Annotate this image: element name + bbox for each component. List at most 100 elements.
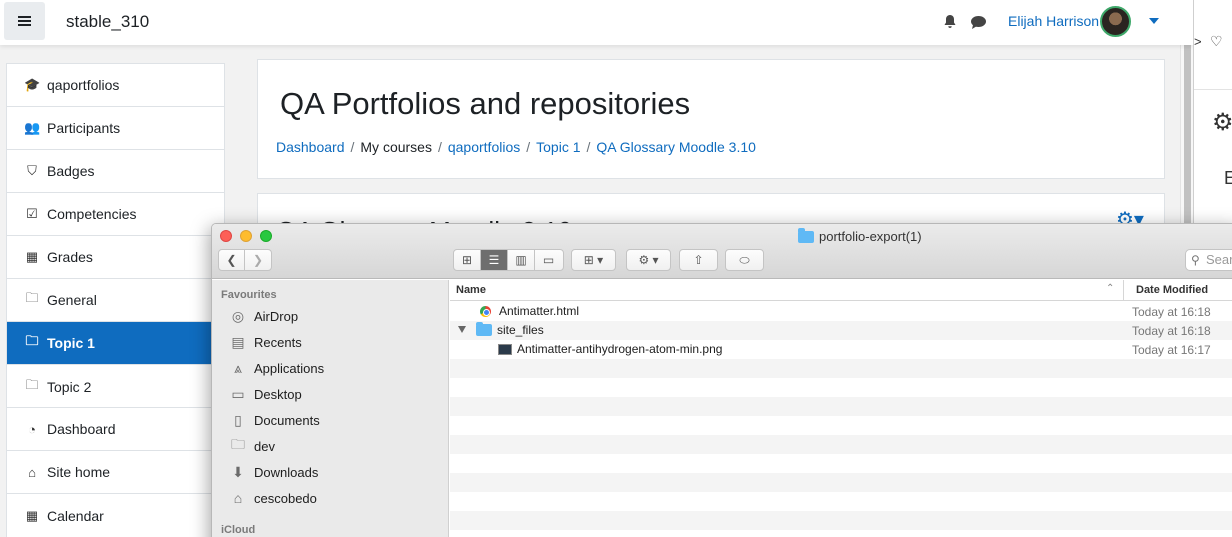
zoom-button[interactable] [260, 230, 272, 242]
file-row[interactable]: Antimatter-antihydrogen-atom-min.png Toda… [450, 340, 1232, 359]
menu-toggle-button[interactable] [4, 2, 45, 40]
nav-item-participants[interactable]: 👥 Participants [7, 107, 224, 150]
heart-icon[interactable]: ♡ [1210, 33, 1223, 50]
column-divider[interactable] [1123, 280, 1124, 301]
list-view-button[interactable]: ☰ [481, 250, 508, 270]
sidebar-item-label: Downloads [254, 464, 319, 480]
nav-item-label: Dashboard [47, 421, 116, 437]
file-date: Today at 16:17 [1132, 343, 1211, 357]
nav-item-grades[interactable]: ▦ Grades [7, 236, 224, 279]
group-icon: ⊞ ▾ [583, 253, 604, 267]
breadcrumb-item[interactable]: qaportfolios [448, 139, 520, 155]
nav-item-competencies[interactable]: ☑ Competencies [7, 193, 224, 236]
search-icon: ⚲ [1191, 253, 1200, 267]
home-icon: ⌂ [233, 490, 243, 506]
forward-button[interactable]: ❯ [245, 250, 271, 270]
sidebar-item-desktop[interactable]: ▭ Desktop [229, 384, 302, 404]
nav-item-site-home[interactable]: ⌂ Site home [7, 451, 224, 494]
sidebar-item-cescobedo[interactable]: ⌂ cescobedo [229, 488, 317, 508]
breadcrumb-separator: / [350, 139, 355, 155]
breadcrumb-separator: / [586, 139, 591, 155]
sidebar-item-recents[interactable]: ▤ Recents [229, 332, 301, 352]
chevron-right-icon[interactable]: > [1194, 34, 1202, 49]
nav-item-qaportfolios[interactable]: 🎓 qaportfolios [7, 64, 224, 107]
sidebar-item-airdrop[interactable]: ◎ AirDrop [229, 306, 298, 326]
share-button[interactable]: ⇧ [679, 249, 718, 271]
folder-icon: 🗀 [25, 376, 39, 392]
empty-row [450, 454, 1232, 473]
nav-item-label: Calendar [47, 507, 104, 524]
documents-icon: ▯ [234, 411, 242, 428]
bell-icon[interactable] [942, 14, 958, 30]
nav-item-label: Participants [47, 120, 121, 136]
empty-row [450, 511, 1232, 530]
folder-icon: 🗀 [25, 333, 39, 348]
file-name: Antimatter.html [499, 304, 580, 318]
close-button[interactable] [220, 230, 232, 242]
disclosure-triangle-icon[interactable] [458, 326, 466, 333]
file-name: Antimatter-antihydrogen-atom-min.png [517, 342, 723, 356]
share-icon: ⇧ [693, 253, 704, 267]
name-column-header[interactable]: Name [456, 284, 486, 296]
action-menu-button[interactable]: ⚙ ▾ [626, 249, 671, 271]
file-list: Name ⌃ Date Modified Antimatter.html Toda… [450, 280, 1232, 537]
favourites-heading: Favourites [221, 289, 277, 301]
breadcrumb-item[interactable]: Dashboard [276, 139, 345, 155]
file-row[interactable]: Antimatter.html Today at 16:18 [450, 302, 1232, 321]
avatar[interactable] [1100, 6, 1131, 37]
folder-icon [798, 227, 814, 243]
search-input[interactable]: ⚲ Search [1185, 249, 1232, 271]
nav-item-topic-1[interactable]: 🗀 Topic 1 [7, 322, 224, 365]
user-menu-caret-icon[interactable] [1149, 18, 1159, 24]
breadcrumb-item: My courses [360, 139, 432, 155]
tags-button[interactable]: ⬭ [725, 249, 764, 271]
nav-item-dashboard[interactable]: ◔ Dashboard [7, 408, 224, 451]
sidebar-item-applications[interactable]: ⩓ Applications [229, 358, 324, 378]
breadcrumb: Dashboard / My courses / qaportfolios / Topic … [276, 139, 756, 155]
chat-icon[interactable] [970, 15, 987, 30]
sidebar-item-documents[interactable]: ▯ Documents [229, 410, 320, 430]
finder-titlebar[interactable]: portfolio-export(1) ❮ ❯ ⊞ ☰ ▥ ▭ ⊞ ▾ ⚙ ▾ … [212, 224, 1232, 279]
nav-item-badges[interactable]: ⛉ Badges [7, 150, 224, 193]
page-title: QA Portfolios and repositories [280, 86, 691, 121]
gear-icon[interactable]: ⚙ [1212, 108, 1232, 137]
site-name[interactable]: stable_310 [66, 12, 149, 32]
sidebar-item-downloads[interactable]: ⬇ Downloads [229, 462, 318, 482]
empty-row [450, 397, 1232, 416]
desktop-icon: ▭ [231, 385, 245, 402]
breadcrumb-item[interactable]: Topic 1 [536, 139, 580, 155]
page-header: QA Portfolios and repositories Dashboard… [257, 59, 1165, 179]
downloads-icon: ⬇ [232, 463, 244, 480]
nav-item-label: General [47, 292, 97, 308]
nav-item-label: Competencies [47, 206, 137, 222]
breadcrumb-separator: / [526, 139, 531, 155]
user-menu-name[interactable]: Elijah Harrison [1008, 13, 1099, 29]
back-button[interactable]: ❮ [219, 250, 246, 270]
file-row[interactable]: site_files Today at 16:18 [450, 321, 1232, 340]
nav-drawer: 🎓 qaportfolios 👥 Participants ⛉ Badges ☑ Compet… [0, 45, 243, 537]
date-modified-column-header[interactable]: Date Modified [1136, 284, 1208, 296]
file-name-cell: site_files [476, 322, 544, 337]
sidebar-item-label: dev [254, 438, 275, 454]
icon-view-button[interactable]: ⊞ [454, 250, 481, 270]
nav-item-calendar[interactable]: ▦ Calendar [7, 494, 224, 537]
sidebar-item-label: Applications [254, 360, 325, 376]
file-date: Today at 16:18 [1132, 324, 1211, 338]
gear-icon: ⚙ ▾ [638, 253, 659, 267]
gallery-view-button[interactable]: ▭ [535, 250, 562, 270]
icloud-heading: iCloud [221, 524, 256, 536]
users-icon: 👥 [24, 120, 41, 135]
view-mode-switcher: ⊞ ☰ ▥ ▭ [453, 249, 564, 271]
column-view-button[interactable]: ▥ [508, 250, 535, 270]
window-title: portfolio-export(1) [798, 227, 922, 244]
group-by-button[interactable]: ⊞ ▾ [571, 249, 616, 271]
finder-window: portfolio-export(1) ❮ ❯ ⊞ ☰ ▥ ▭ ⊞ ▾ ⚙ ▾ … [211, 223, 1232, 537]
sidebar-item-label: Desktop [254, 386, 302, 402]
breadcrumb-item[interactable]: QA Glossary Moodle 3.10 [596, 139, 756, 155]
minimize-button[interactable] [240, 230, 252, 242]
nav-item-general[interactable]: 🗀 General [7, 279, 224, 322]
sidebar-item-dev[interactable]: 🗀 dev [229, 436, 275, 456]
nav-item-topic-2[interactable]: 🗀 Topic 2 [7, 365, 224, 408]
search-placeholder: Search [1206, 252, 1232, 267]
panel-toolbar: > ♡ [1194, 0, 1232, 90]
